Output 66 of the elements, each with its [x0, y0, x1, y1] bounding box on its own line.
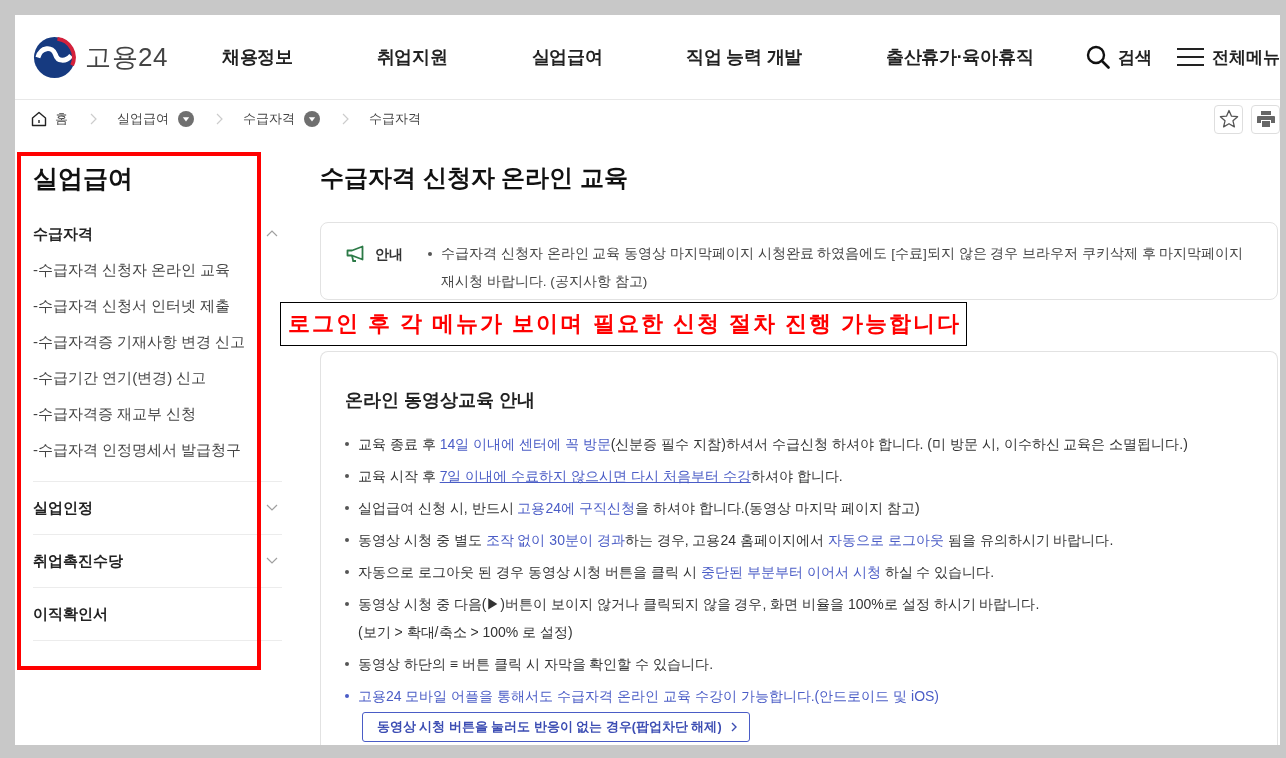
megaphone-icon	[346, 245, 366, 263]
star-icon	[1218, 109, 1239, 129]
bullet-icon	[345, 442, 349, 446]
sidebar-link[interactable]: -수급기간 연기(변경) 신고	[33, 369, 207, 386]
guide-title: 온라인 동영상교육 안내	[345, 389, 536, 412]
bullet-text: 동영상 하단의 ≡ 버튼 클릭 시 자막을 확인할 수 있습니다.	[358, 655, 714, 674]
chevron-down-icon[interactable]	[266, 504, 278, 511]
sidebar-link[interactable]: -수급자격증 기재사항 변경 신고	[33, 333, 246, 350]
bullet-note: (보기 > 확대/축소 > 100% 로 설정)	[358, 623, 574, 642]
bullet-icon	[345, 506, 349, 510]
logo-icon[interactable]	[33, 35, 76, 79]
bullet-icon	[345, 570, 349, 574]
sidebar-link[interactable]: -수급자격 인정명세서 발급청구	[33, 441, 242, 458]
bookmark-button[interactable]	[1214, 104, 1243, 134]
chevron-up-icon[interactable]	[266, 230, 278, 237]
nav-link[interactable]: 실업급여	[531, 45, 603, 69]
popup-help-button[interactable]: 동영상 시청 버튼을 눌러도 반응이 없는 경우(팝업차단 해제)	[362, 712, 750, 742]
breadcrumb-link[interactable]: 수급자격	[243, 110, 295, 128]
sidebar-link[interactable]: -수급자격증 재교부 신청	[33, 405, 197, 422]
breadcrumb-link[interactable]: 수급자격	[369, 110, 421, 128]
bullet-text: 교육 시작 후 7일 이내에 수료하지 않으시면 다시 처음부터 수강하셔야 합니다.	[358, 467, 843, 486]
menu-icon	[1177, 47, 1204, 67]
bullet-icon	[345, 602, 349, 606]
bullet-icon	[428, 252, 432, 256]
sidebar-section-link[interactable]: 수급자격	[33, 223, 93, 244]
bullet-text: 고용24 모바일 어플을 통해서도 수급자격 온라인 교육 수강이 가능합니다.(안드로이드 및 iOS)	[358, 687, 940, 706]
chevron-right-icon	[90, 113, 97, 125]
nav-link[interactable]: 출산휴가·육아휴직	[885, 45, 1034, 69]
bullet-icon	[345, 662, 349, 666]
dropdown-icon[interactable]	[178, 111, 194, 127]
sidebar-link[interactable]: -수급자격 신청서 인터넷 제출	[33, 297, 231, 314]
search-icon	[1086, 45, 1110, 69]
logo-text[interactable]: 고용24	[85, 39, 168, 75]
bullet-text: 동영상 시청 중 별도 조작 없이 30분이 경과하는 경우, 고용24 홈페이지에서 자동으로 로그아웃 됨을 유의하시기 바랍니다.	[358, 531, 1114, 550]
bullet-icon	[345, 694, 349, 698]
bullet-text: 동영상 시청 중 다음(▶)버튼이 보이지 않거나 클릭되지 않을 경우, 화면 비율을 100%로 설정 하시기 바랍니다.	[358, 595, 1040, 614]
sidebar-section-link[interactable]: 이직확인서	[33, 603, 108, 624]
annotation-callout: 로그인 후 각 메뉴가 보이며 필요한 신청 절차 진행 가능합니다	[280, 302, 967, 346]
breadcrumb-link[interactable]: 실업급여	[117, 110, 169, 128]
bullet-text: 교육 종료 후 14일 이내에 센터에 꼭 방문(신분증 필수 지참)하셔서 수급신청 하셔야 합니다. (미 방문 시, 이수하신 교육은 소멸됩니다.)	[358, 435, 1188, 454]
chevron-right-icon	[730, 722, 737, 732]
search-button[interactable]: 검색	[1086, 45, 1152, 69]
sidebar-link[interactable]: -수급자격 신청자 온라인 교육	[33, 261, 231, 278]
notice-text: 수급자격 신청자 온라인 교육 동영상 마지막페이지 시청완료 하였음에도 [수료]되지 않은 경우 브라우저 쿠키삭제 후 마지막페이지 재시청 바랍니다. (공지사항 참고)	[441, 245, 1245, 291]
bullet-icon	[345, 538, 349, 542]
nav-link[interactable]: 직업 능력 개발	[686, 45, 802, 69]
notice-label: 안내	[375, 245, 403, 264]
chevron-right-icon	[216, 113, 223, 125]
print-button[interactable]	[1251, 104, 1280, 134]
nav-link[interactable]: 채용정보	[221, 45, 293, 69]
bullet-text: 자동으로 로그아웃 된 경우 동영상 시청 버튼을 클릭 시 중단된 부분부터 이어서 시청 하실 수 있습니다.	[358, 563, 995, 582]
chevron-down-icon[interactable]	[266, 557, 278, 564]
sidebar-title: 실업급여	[33, 163, 134, 194]
nav-link[interactable]: 취업지원	[376, 45, 448, 69]
sidebar-section-link[interactable]: 취업촉진수당	[33, 550, 123, 571]
home-icon	[31, 111, 47, 127]
dropdown-icon[interactable]	[304, 111, 320, 127]
bullet-icon	[345, 474, 349, 478]
inline-link[interactable]: 7일 이내에 수료하지 않으시면 다시 처음부터 수강	[439, 468, 751, 484]
chevron-right-icon	[342, 113, 349, 125]
printer-icon	[1255, 109, 1276, 129]
sidebar-section-link[interactable]: 실업인정	[33, 497, 93, 518]
page-title: 수급자격 신청자 온라인 교육	[320, 163, 629, 193]
menu-button[interactable]: 전체메뉴	[1177, 45, 1280, 69]
breadcrumb-link[interactable]: 홈	[31, 110, 68, 128]
bullet-text: 실업급여 신청 시, 반드시 고용24에 구직신청 을 하셔야 합니다.(동영상 마지막 페이지 참고)	[358, 499, 920, 518]
